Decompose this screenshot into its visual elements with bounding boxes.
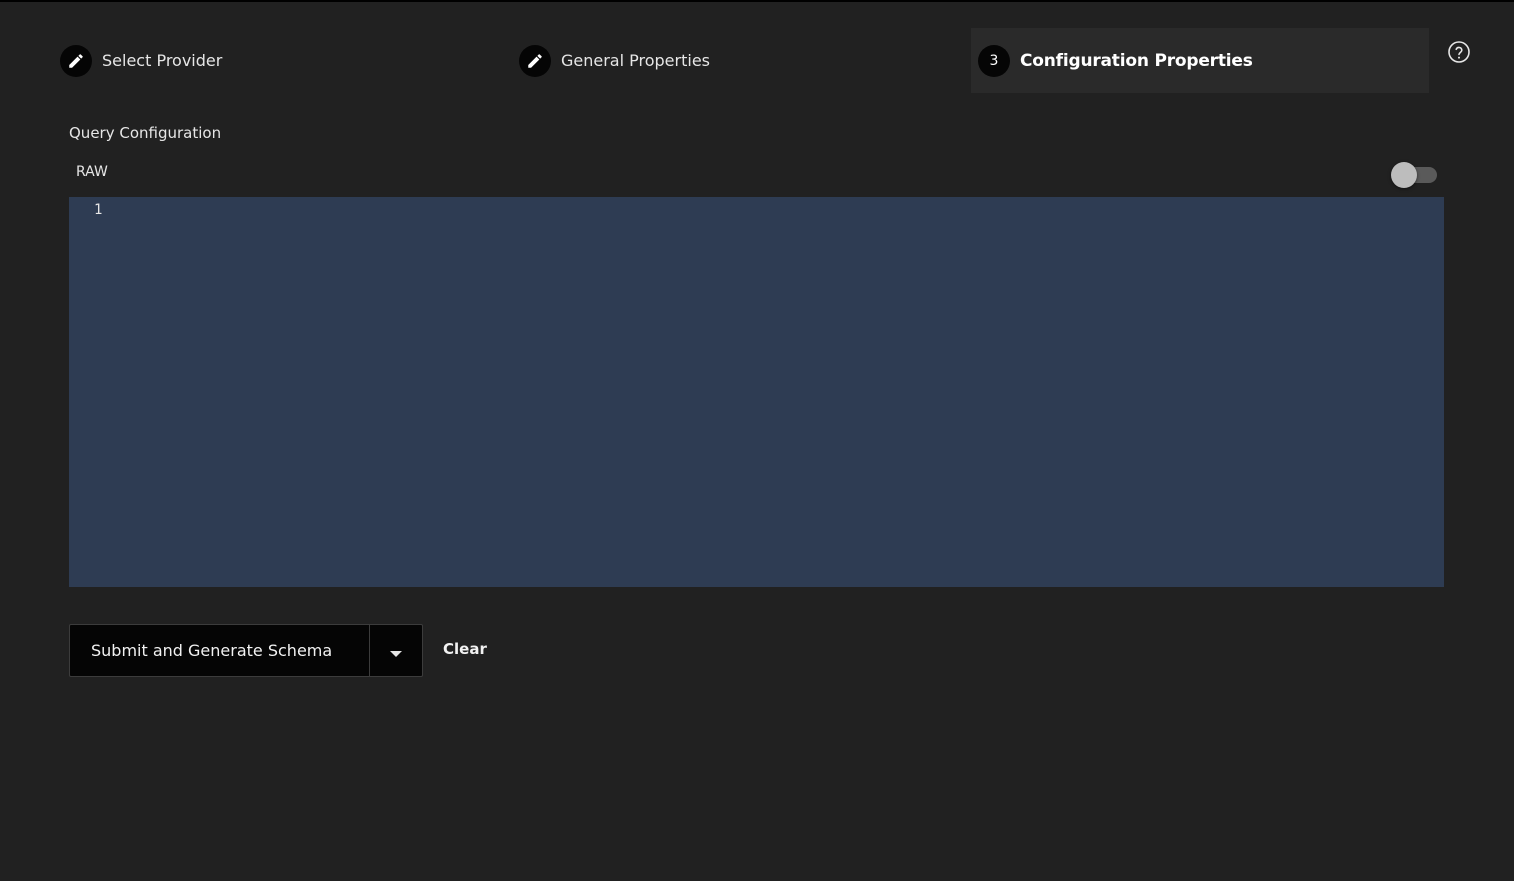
caret-down-icon <box>390 650 402 657</box>
step-label: Select Provider <box>102 51 223 70</box>
query-editor[interactable]: 1 <box>69 197 1444 587</box>
top-divider <box>0 0 1514 2</box>
raw-mode-label: RAW <box>76 164 108 180</box>
raw-toggle[interactable] <box>1391 162 1439 188</box>
section-title: Query Configuration <box>69 124 222 142</box>
line-number: 1 <box>94 202 103 218</box>
pencil-icon <box>60 44 92 77</box>
submit-and-generate-schema-button[interactable]: Submit and Generate Schema <box>70 625 370 676</box>
step-number-badge: 3 <box>978 44 1010 77</box>
clear-button[interactable]: Clear <box>443 640 487 658</box>
step-label: General Properties <box>561 51 710 70</box>
submit-options-dropdown-button[interactable] <box>370 625 422 676</box>
step-number: 3 <box>989 52 999 69</box>
toggle-thumb <box>1391 162 1417 188</box>
step-general-properties[interactable]: General Properties <box>511 28 951 93</box>
pencil-icon <box>519 44 551 77</box>
submit-split-button: Submit and Generate Schema <box>69 624 423 677</box>
step-select-provider[interactable]: Select Provider <box>52 28 492 93</box>
help-circle-icon[interactable] <box>1447 40 1471 64</box>
step-configuration-properties[interactable]: 3 Configuration Properties <box>971 28 1429 93</box>
editor-text[interactable] <box>129 202 1434 220</box>
step-label: Configuration Properties <box>1020 50 1253 71</box>
